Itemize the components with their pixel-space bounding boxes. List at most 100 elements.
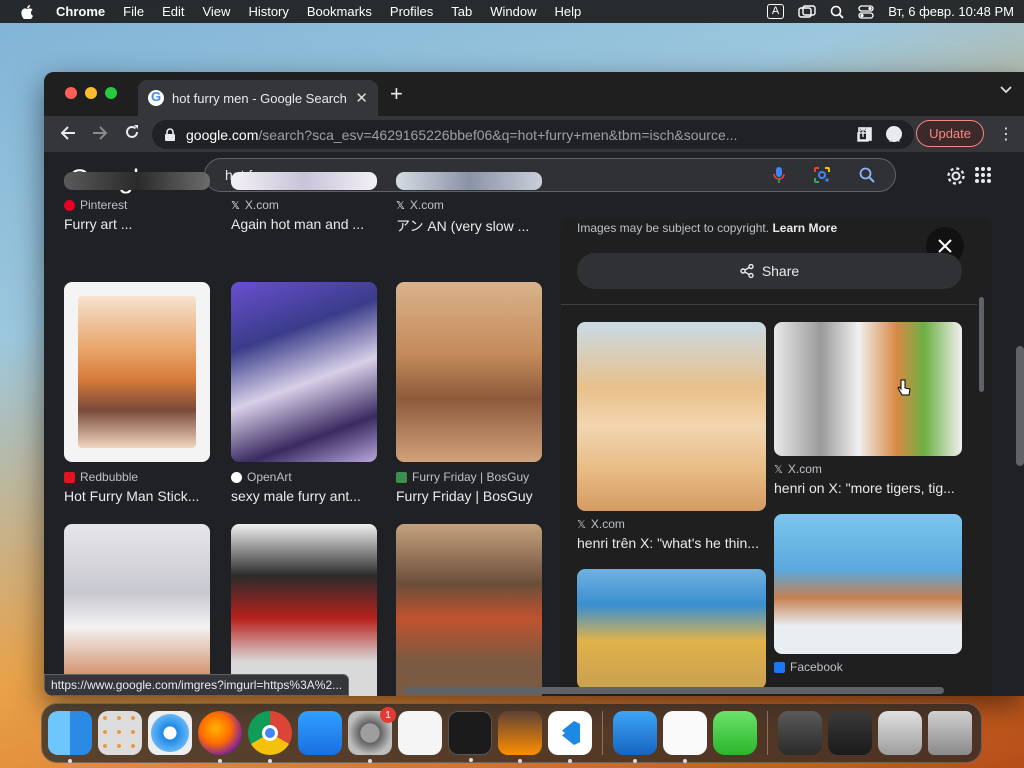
menu-window[interactable]: Window — [490, 4, 536, 19]
chrome-menu-icon[interactable]: ⋮ — [998, 124, 1014, 144]
app-store-icon[interactable] — [298, 711, 342, 755]
image-result-card[interactable]: OpenArt sexy male furry ant... — [231, 282, 377, 504]
related-image-card[interactable]: Facebook — [774, 514, 962, 674]
profile-avatar[interactable] — [886, 125, 903, 142]
screen-mirroring-icon[interactable] — [798, 4, 816, 19]
apple-logo-icon[interactable] — [20, 4, 34, 19]
input-source-indicator[interactable]: A — [766, 4, 785, 19]
result-title[interactable]: Hot Furry Man Stick... — [64, 488, 210, 504]
menu-app-name[interactable]: Chrome — [56, 4, 105, 19]
result-title[interactable]: Furry art ... — [64, 216, 210, 232]
related-image-card[interactable] — [577, 569, 766, 689]
menu-profiles[interactable]: Profiles — [390, 4, 433, 19]
screenshots-stack-icon[interactable] — [878, 711, 922, 755]
control-center-icon[interactable] — [858, 4, 874, 19]
weather-icon[interactable] — [613, 711, 657, 763]
tab-active[interactable]: hot furry men - Google Search ✕ — [138, 80, 378, 116]
close-window-button[interactable] — [65, 87, 77, 99]
result-thumbnail[interactable] — [64, 524, 210, 696]
address-bar[interactable]: google.com/search?sca_esv=4629165226bbef… — [152, 120, 914, 149]
vscode-icon[interactable] — [548, 711, 592, 763]
tab-close-icon[interactable]: ✕ — [355, 89, 368, 107]
related-title[interactable]: henri trên X: "what's he thin... — [577, 535, 766, 551]
menu-edit[interactable]: Edit — [162, 4, 184, 19]
page-scrollbar[interactable] — [1016, 346, 1024, 466]
related-thumbnail[interactable] — [577, 322, 766, 511]
image-result-card[interactable] — [231, 524, 377, 696]
downloads-stack-icon[interactable] — [778, 711, 822, 755]
trash-icon[interactable] — [928, 711, 972, 755]
back-button[interactable] — [52, 124, 84, 145]
settings-gear-icon[interactable] — [946, 166, 966, 186]
result-thumbnail[interactable] — [396, 172, 542, 190]
terminal-icon[interactable] — [448, 711, 492, 762]
share-label: Share — [761, 263, 800, 279]
panel-scrollbar[interactable] — [979, 297, 984, 392]
dock-separator — [767, 711, 768, 755]
finder-icon[interactable] — [48, 711, 92, 763]
related-image-card[interactable]: 𝕏 X.com henri on X: "more tigers, tig... — [774, 322, 962, 496]
voice-search-icon[interactable] — [773, 166, 785, 184]
new-tab-button[interactable]: + — [390, 83, 403, 105]
related-thumbnail[interactable] — [577, 569, 766, 689]
zoom-window-button[interactable] — [105, 87, 117, 99]
site-info-icon[interactable] — [164, 127, 176, 142]
result-thumbnail[interactable] — [64, 282, 210, 462]
image-result-card[interactable]: 𝕏 X.com Again hot man and ... — [231, 172, 377, 232]
menu-view[interactable]: View — [202, 4, 230, 19]
image-result-card[interactable]: 𝕏 X.com アン AN (very slow ... — [396, 172, 542, 236]
reload-icon — [126, 124, 138, 138]
freeform-icon[interactable] — [663, 711, 707, 763]
launchpad-icon[interactable] — [98, 711, 142, 755]
image-result-card[interactable]: Redbubble Hot Furry Man Stick... — [64, 282, 210, 504]
system-settings-icon[interactable]: 1 — [348, 707, 396, 763]
google-lens-icon[interactable] — [813, 166, 831, 184]
safari-icon[interactable] — [148, 711, 192, 755]
result-thumbnail[interactable] — [231, 282, 377, 462]
result-title[interactable]: アン AN (very slow ... — [396, 216, 542, 236]
related-image-card[interactable]: 𝕏 X.com henri trên X: "what's he thin... — [577, 322, 766, 551]
chrome-icon[interactable] — [248, 711, 292, 763]
result-title[interactable]: Furry Friday | BosGuy — [396, 488, 542, 504]
menubar-clock[interactable]: Вт, 6 февр. 10:48 PM — [888, 4, 1014, 19]
result-title[interactable]: Again hot man and ... — [231, 216, 377, 232]
menu-help[interactable]: Help — [555, 4, 582, 19]
spotlight-search-icon[interactable] — [830, 5, 844, 19]
forward-button[interactable] — [84, 124, 116, 145]
messages-icon[interactable] — [713, 711, 757, 755]
reload-button[interactable] — [116, 124, 148, 145]
minimize-window-button[interactable] — [85, 87, 97, 99]
side-panel-icon[interactable] — [858, 126, 872, 141]
result-thumbnail[interactable] — [396, 524, 542, 696]
result-thumbnail[interactable] — [231, 524, 377, 696]
result-source-label: Pinterest — [80, 198, 128, 212]
update-button[interactable]: Update — [916, 120, 984, 147]
related-thumbnail[interactable] — [774, 322, 962, 456]
running-indicator — [683, 759, 687, 763]
related-thumbnail[interactable] — [774, 514, 962, 654]
learn-more-link[interactable]: Learn More — [772, 221, 837, 235]
result-source-label: Redbubble — [80, 470, 139, 484]
menu-history[interactable]: History — [248, 4, 288, 19]
result-thumbnail[interactable] — [396, 282, 542, 462]
search-icon[interactable] — [859, 167, 875, 183]
image-result-card[interactable]: Pinterest Furry art ... — [64, 172, 210, 232]
result-title[interactable]: sexy male furry ant... — [231, 488, 377, 504]
garageband-icon[interactable] — [498, 711, 542, 763]
firefox-icon[interactable] — [198, 711, 242, 763]
result-thumbnail[interactable] — [64, 172, 210, 190]
apps-grid-icon[interactable] — [974, 166, 992, 184]
documents-stack-icon[interactable] — [828, 711, 872, 755]
horizontal-scrollbar[interactable] — [404, 687, 944, 694]
menu-bookmarks[interactable]: Bookmarks — [307, 4, 372, 19]
share-button[interactable]: Share — [577, 253, 962, 289]
textedit-icon[interactable] — [398, 711, 442, 755]
image-result-card[interactable]: Furry Friday | BosGuy Furry Friday | Bos… — [396, 282, 542, 504]
image-result-card[interactable] — [396, 524, 542, 696]
tab-search-chevron-icon[interactable] — [1000, 86, 1012, 94]
image-result-card[interactable] — [64, 524, 210, 696]
result-thumbnail[interactable] — [231, 172, 377, 190]
menu-tab[interactable]: Tab — [451, 4, 472, 19]
related-title[interactable]: henri on X: "more tigers, tig... — [774, 480, 962, 496]
menu-file[interactable]: File — [123, 4, 144, 19]
